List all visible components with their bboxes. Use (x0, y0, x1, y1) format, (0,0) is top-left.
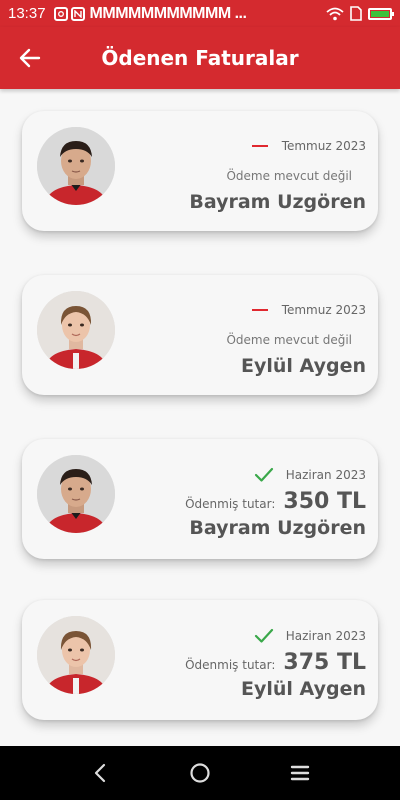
student-name: Bayram Uzgören (189, 517, 366, 539)
back-button[interactable] (0, 27, 60, 89)
check-icon (254, 467, 273, 482)
nav-menu-button[interactable] (280, 753, 320, 793)
app-notification-icon (70, 6, 85, 21)
invoice-card[interactable]: Temmuz 2023 Ödeme mevcut değil Bayram Uz… (22, 111, 378, 231)
avatar (37, 616, 115, 694)
status-system-icons (326, 6, 394, 21)
page-title: Ödenen Faturalar (101, 46, 299, 70)
amount-label: Ödenmiş tutar: (185, 658, 276, 672)
chevron-left-icon (94, 763, 106, 783)
circle-icon (190, 763, 210, 783)
instagram-icon (53, 6, 68, 21)
invoice-card[interactable]: Temmuz 2023 Ödeme mevcut değil Eylül Ayg… (22, 275, 378, 395)
wifi-icon (326, 7, 344, 20)
menu-icon (290, 765, 310, 781)
paid-amount: 375 TL (283, 650, 366, 675)
battery-icon (368, 7, 394, 20)
sim-card-icon (350, 6, 362, 21)
notification-text: MMMMMMMMMMM ... (89, 4, 247, 22)
system-nav-bar (0, 746, 400, 800)
status-notification-icons: MMMMMMMMMMM ... (53, 4, 247, 23)
status-time: 13:37 (8, 5, 46, 22)
paid-amount-row: Ödenmiş tutar: 350 TL (185, 489, 366, 514)
invoice-period: Haziran 2023 (285, 629, 366, 643)
dash-icon (251, 145, 268, 147)
invoice-list[interactable]: Temmuz 2023 Ödeme mevcut değil Bayram Uz… (0, 89, 400, 746)
status-bar: 13:37 MMMMMMMMMMM ... (0, 0, 400, 27)
check-icon (254, 628, 273, 643)
avatar (37, 127, 115, 205)
paid-amount-row: Ödenmiş tutar: 375 TL (185, 650, 366, 675)
payment-status-text: Ödeme mevcut değil (226, 333, 352, 347)
nav-back-button[interactable] (80, 753, 120, 793)
invoice-card[interactable]: Haziran 2023 Ödenmiş tutar: 350 TL Bayra… (22, 439, 378, 559)
invoice-period-row: Haziran 2023 (254, 467, 366, 483)
avatar (37, 291, 115, 369)
nav-home-button[interactable] (180, 753, 220, 793)
invoice-period-row: Temmuz 2023 (251, 139, 366, 153)
dash-icon (251, 309, 268, 311)
invoice-period-row: Haziran 2023 (254, 628, 366, 644)
invoice-card[interactable]: Haziran 2023 Ödenmiş tutar: 375 TL Eylül… (22, 600, 378, 720)
invoice-period: Temmuz 2023 (281, 303, 366, 317)
student-name: Bayram Uzgören (189, 191, 366, 213)
student-name: Eylül Aygen (241, 355, 366, 377)
paid-amount: 350 TL (283, 489, 366, 514)
amount-label: Ödenmiş tutar: (185, 497, 276, 511)
avatar (37, 455, 115, 533)
student-name: Eylül Aygen (241, 678, 366, 700)
invoice-period: Temmuz 2023 (281, 139, 366, 153)
arrow-left-icon (19, 48, 41, 68)
invoice-period-row: Temmuz 2023 (251, 303, 366, 317)
app-bar: Ödenen Faturalar (0, 27, 400, 89)
payment-status-text: Ödeme mevcut değil (226, 169, 352, 183)
invoice-period: Haziran 2023 (285, 468, 366, 482)
